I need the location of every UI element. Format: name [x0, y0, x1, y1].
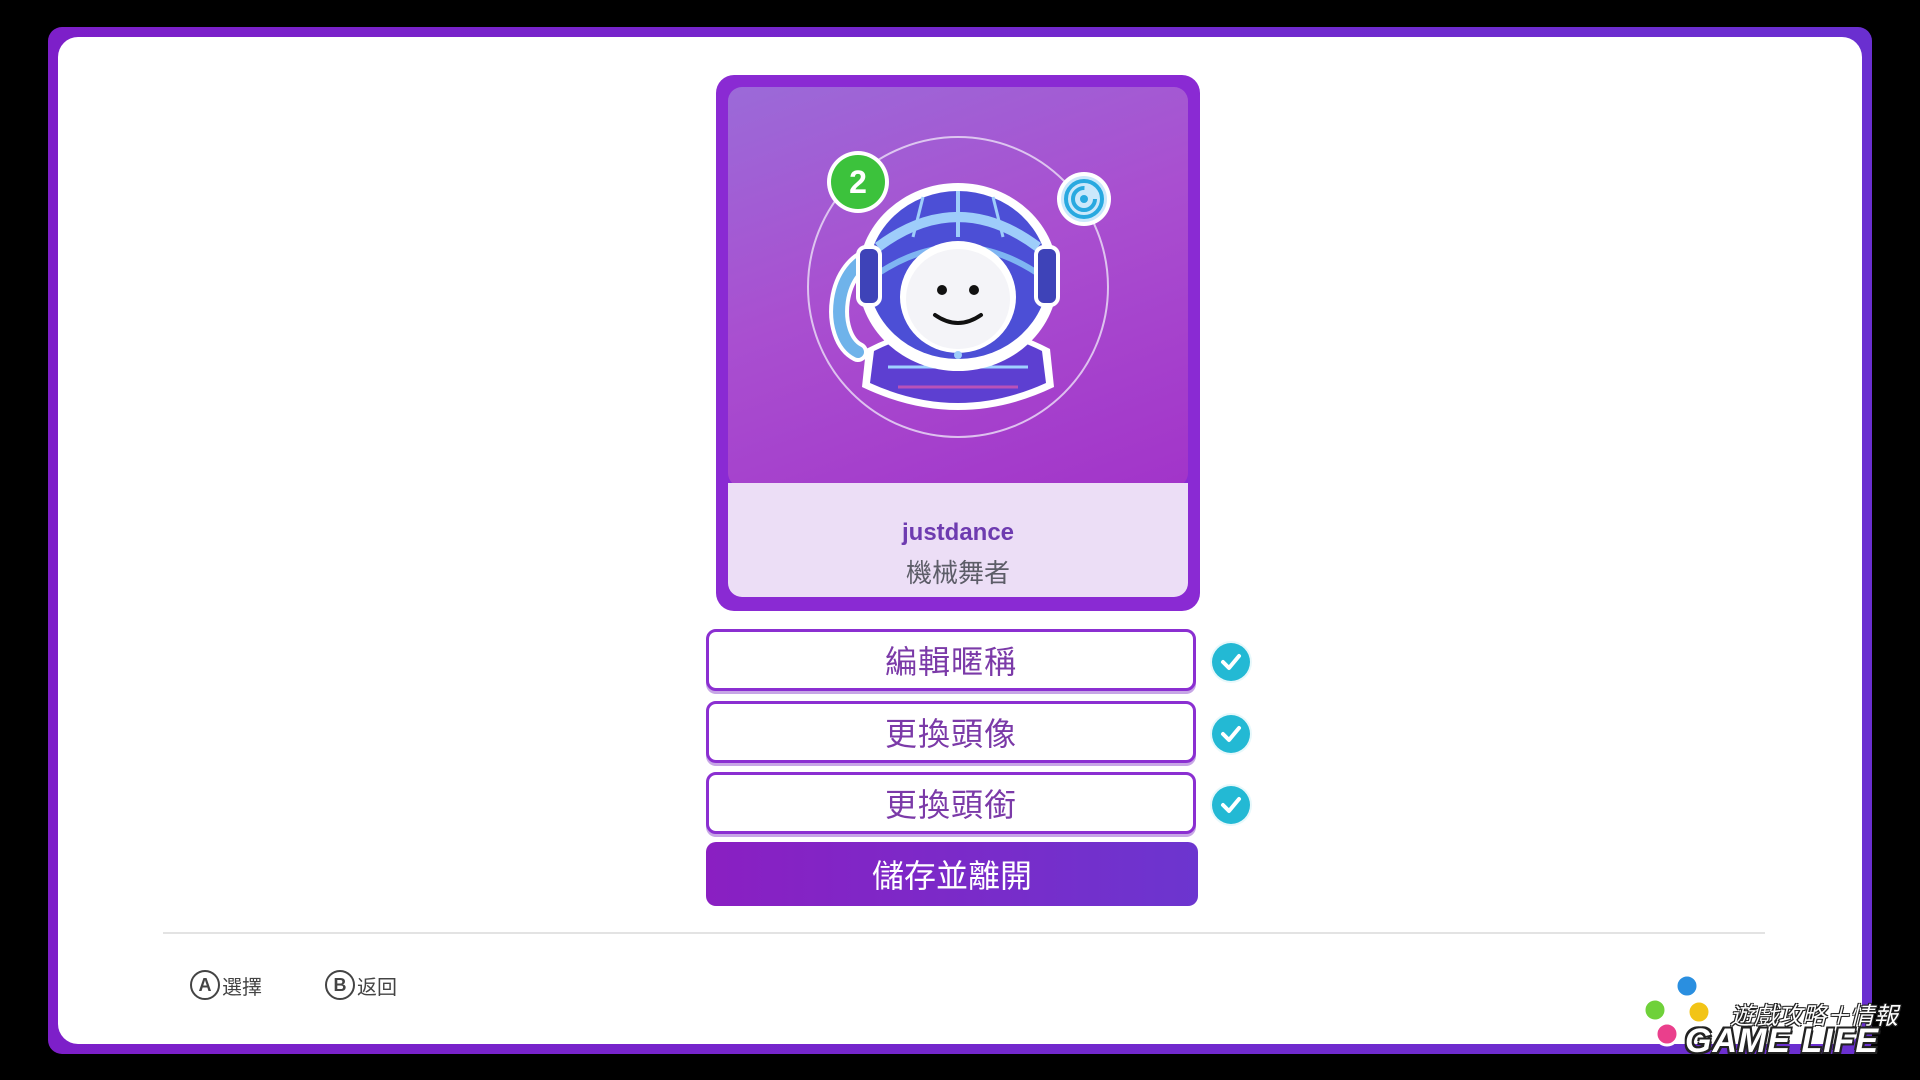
edit-nickname-button[interactable]: 編輯暱稱	[706, 629, 1196, 691]
profile-card-info: justdance 機械舞者	[728, 483, 1188, 597]
back-hint[interactable]: B 返回	[325, 970, 397, 1000]
change-avatar-button[interactable]: 更換頭像	[706, 701, 1196, 763]
select-hint-label: 選擇	[222, 974, 262, 999]
avatar-art: 2	[807, 136, 1111, 438]
a-button-icon: A	[190, 970, 220, 1000]
player-nickname: justdance	[901, 519, 1015, 546]
check-icon	[1212, 643, 1250, 681]
profile-card-art: 2	[728, 87, 1188, 487]
change-title-button[interactable]: 更換頭銜	[706, 772, 1196, 834]
watermark-bottom-text: GAME LIFE	[1685, 1022, 1880, 1060]
check-icon	[1212, 786, 1250, 824]
profile-card: 2 justdance 機械舞者	[716, 75, 1200, 611]
disco-robot-avatar-icon	[829, 183, 1060, 410]
save-and-exit-label: 儲存並離開	[871, 857, 1032, 895]
level-badge-number: 2	[849, 164, 867, 200]
ubisoft-swirl-icon	[1057, 172, 1111, 226]
select-hint[interactable]: A 選擇	[190, 970, 262, 1000]
change-title-label: 更換頭銜	[884, 786, 1017, 824]
save-and-exit-button[interactable]: 儲存並離開	[706, 842, 1198, 906]
player-title: 機械舞者	[905, 559, 1010, 589]
b-button-icon: B	[325, 970, 355, 1000]
edit-nickname-label: 編輯暱稱	[884, 643, 1017, 681]
check-icon	[1212, 715, 1250, 753]
change-avatar-label: 更換頭像	[884, 715, 1017, 753]
back-hint-label: 返回	[357, 974, 397, 999]
level-badge: 2	[827, 151, 889, 213]
game-life-watermark: 遊戲攻略＋情報 GAME LIFE	[1635, 972, 1915, 1062]
footer-divider	[163, 932, 1765, 934]
